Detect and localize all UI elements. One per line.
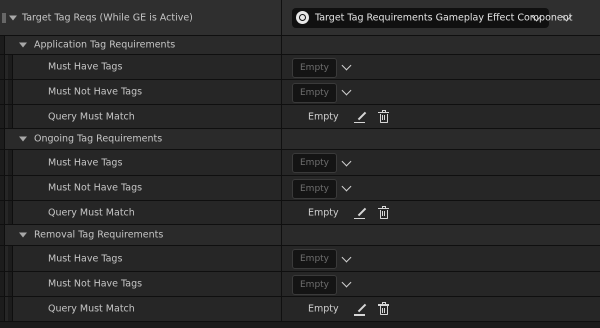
tag-container-value: Empty <box>299 184 330 194</box>
indent-gutter <box>8 80 13 104</box>
indent-gutter <box>0 80 5 104</box>
pencil-icon[interactable] <box>353 206 367 220</box>
prop-name-cell: Query Must Match <box>0 105 281 128</box>
indent-gutter <box>8 201 13 224</box>
caret-down-icon[interactable] <box>19 136 27 142</box>
indent-gutter <box>8 150 13 175</box>
group-name-cell: Removal Tag Requirements <box>0 225 281 245</box>
trash-icon[interactable] <box>377 302 391 316</box>
prop-name-cell: Must Have Tags <box>0 150 281 175</box>
indent-gutter <box>0 246 5 271</box>
tag-container-button[interactable]: Empty <box>292 179 337 199</box>
query-must-match-label: Query Must Match <box>48 207 135 218</box>
tag-container-button[interactable]: Empty <box>292 249 337 269</box>
must-not-have-tags-row: Must Not Have Tags Empty <box>0 176 600 201</box>
tag-container-value: Empty <box>299 63 330 73</box>
indent-gutter <box>0 201 5 224</box>
query-value: Empty <box>308 303 339 315</box>
pencil-icon[interactable] <box>353 302 367 316</box>
pencil-icon[interactable] <box>353 110 367 124</box>
group-header-application[interactable]: Application Tag Requirements <box>0 36 600 55</box>
details-panel: Target Tag Reqs (While GE is Active) Tar… <box>0 0 600 328</box>
drag-handle-icon[interactable] <box>2 12 6 23</box>
prop-name-cell: Must Not Have Tags <box>0 80 281 104</box>
indent-gutter <box>0 150 5 175</box>
indent-gutter <box>8 55 13 79</box>
query-must-match-label: Query Must Match <box>48 303 135 315</box>
prop-name-cell: Must Not Have Tags <box>0 176 281 200</box>
component-dropdown[interactable]: Target Tag Requirements Gameplay Effect … <box>292 8 573 28</box>
tag-container-button[interactable]: Empty <box>292 58 337 78</box>
must-not-have-tags-label: Must Not Have Tags <box>48 278 143 290</box>
trash-icon[interactable] <box>377 205 391 220</box>
prop-name-cell: Must Have Tags <box>0 246 281 271</box>
tag-container-value: Empty <box>299 254 330 264</box>
tag-container-value: Empty <box>299 280 330 290</box>
must-not-have-tags-row: Must Not Have Tags Empty <box>0 272 600 297</box>
query-value: Empty <box>308 111 339 122</box>
group-name-cell: Ongoing Tag Requirements <box>0 129 281 149</box>
query-must-match-label: Query Must Match <box>48 111 135 122</box>
indent-gutter <box>8 176 13 200</box>
indent-gutter <box>0 105 5 128</box>
query-must-match-row: Query Must Match Empty <box>0 201 600 225</box>
query-must-match-row: Query Must Match Empty <box>0 105 600 129</box>
target-tag-reqs-row: Target Tag Reqs (While GE is Active) Tar… <box>0 0 600 36</box>
property-name-cell: Target Tag Reqs (While GE is Active) <box>0 0 281 35</box>
must-have-tags-row: Must Have Tags Empty <box>0 246 600 272</box>
must-have-tags-row: Must Have Tags Empty <box>0 150 600 176</box>
tag-container-button[interactable]: Empty <box>292 83 337 103</box>
indent-gutter <box>0 272 5 296</box>
indent-gutter <box>0 129 5 149</box>
indent-gutter <box>8 246 13 271</box>
group-value-cell <box>282 36 600 54</box>
prop-name-cell: Must Not Have Tags <box>0 272 281 296</box>
must-have-tags-row: Must Have Tags Empty <box>0 55 600 80</box>
indent-gutter <box>8 105 13 128</box>
group-header-ongoing[interactable]: Ongoing Tag Requirements <box>0 129 600 150</box>
must-have-tags-label: Must Have Tags <box>48 61 123 73</box>
group-label: Removal Tag Requirements <box>34 229 164 241</box>
property-label: Target Tag Reqs (While GE is Active) <box>22 12 193 23</box>
caret-down-icon[interactable] <box>9 15 17 20</box>
query-value: Empty <box>308 207 339 218</box>
tag-container-value: Empty <box>299 158 330 168</box>
indent-gutter <box>8 297 13 321</box>
group-label: Application Tag Requirements <box>34 39 176 51</box>
query-must-match-row: Query Must Match Empty <box>0 297 600 322</box>
caret-down-icon[interactable] <box>19 42 27 48</box>
group-value-cell <box>282 225 600 245</box>
indent-gutter <box>0 176 5 200</box>
prop-name-cell: Query Must Match <box>0 297 281 321</box>
indent-gutter <box>8 272 13 296</box>
must-have-tags-label: Must Have Tags <box>48 157 123 168</box>
prop-name-cell: Query Must Match <box>0 201 281 224</box>
tag-container-button[interactable]: Empty <box>292 153 337 173</box>
tag-container-button[interactable]: Empty <box>292 275 337 295</box>
next-row-edge <box>0 322 600 328</box>
must-not-have-tags-label: Must Not Have Tags <box>48 182 143 194</box>
must-have-tags-label: Must Have Tags <box>48 253 123 264</box>
group-header-removal[interactable]: Removal Tag Requirements <box>0 225 600 246</box>
group-label: Ongoing Tag Requirements <box>34 133 163 145</box>
trash-icon[interactable] <box>377 109 391 124</box>
must-not-have-tags-label: Must Not Have Tags <box>48 86 143 98</box>
component-icon <box>296 11 309 24</box>
tag-container-value: Empty <box>299 88 330 98</box>
group-value-cell <box>282 129 600 149</box>
group-name-cell: Application Tag Requirements <box>0 36 281 54</box>
must-not-have-tags-row: Must Not Have Tags Empty <box>0 80 600 105</box>
caret-down-icon[interactable] <box>19 232 27 238</box>
indent-gutter <box>0 297 5 321</box>
indent-gutter <box>0 55 5 79</box>
indent-gutter <box>0 36 5 54</box>
indent-gutter <box>0 225 5 245</box>
prop-name-cell: Must Have Tags <box>0 55 281 79</box>
